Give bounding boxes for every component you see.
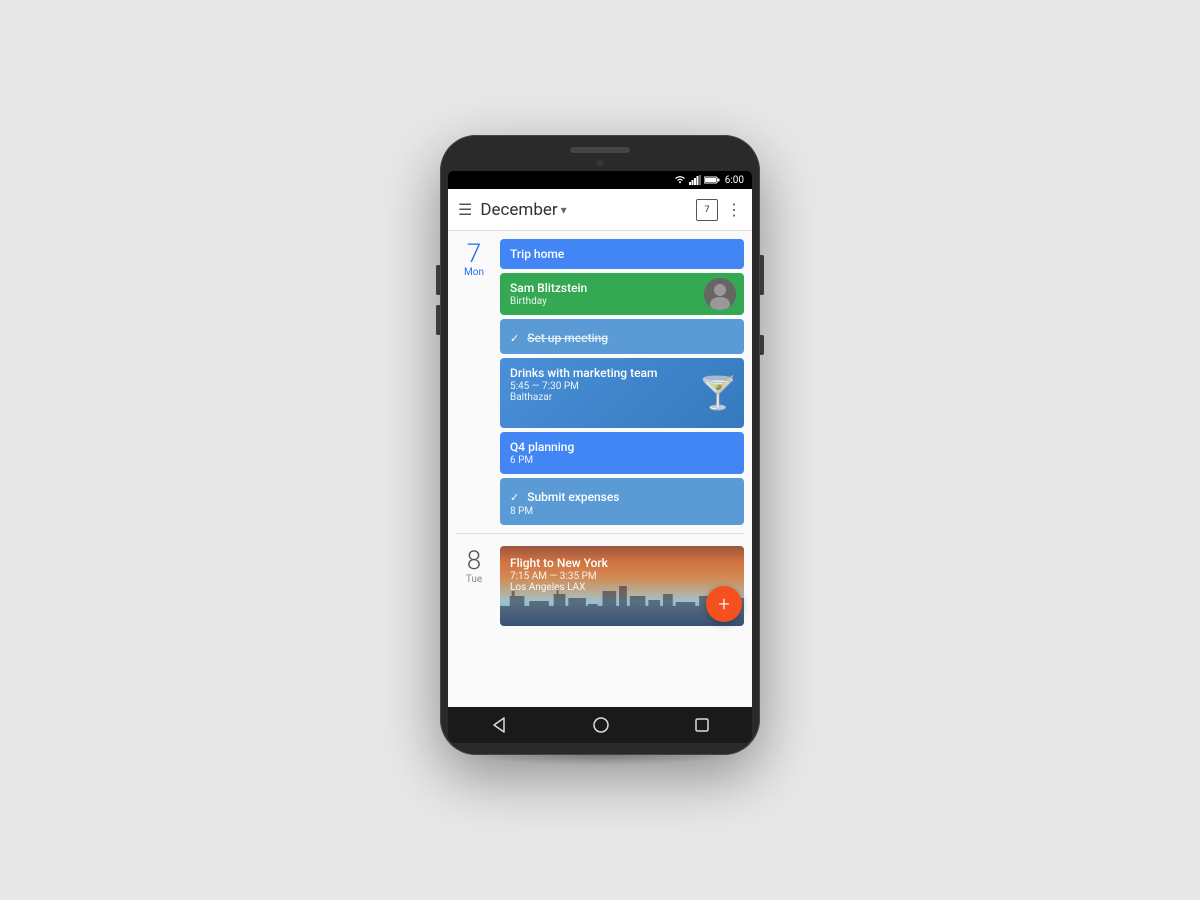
flight-info: Flight to New York 7:15 AM — 3:35 PM Los… [510, 556, 734, 593]
day-section-7: 7 Mon Trip home Sam Blitzstein Birthday [448, 231, 752, 529]
signal-icon [689, 175, 701, 185]
home-icon [593, 717, 609, 733]
back-icon [490, 716, 508, 734]
event-avatar [704, 278, 736, 310]
calendar-body: 7 Mon Trip home Sam Blitzstein Birthday [448, 231, 752, 707]
phone-device: 6:00 ☰ December ▾ 7 ⋮ [440, 135, 760, 755]
day-number-8: 8 [456, 548, 492, 574]
event-flight-time: 7:15 AM — 3:35 PM [510, 571, 734, 582]
phone-screen: 6:00 ☰ December ▾ 7 ⋮ [448, 171, 752, 743]
back-button[interactable] [490, 716, 508, 734]
day-name-8: Tue [456, 574, 492, 585]
event-birthday[interactable]: Sam Blitzstein Birthday [500, 273, 744, 315]
fab-add-button[interactable]: + [706, 586, 742, 622]
task-icon-expenses: ✓ [510, 491, 519, 504]
header-title-container: December ▾ [480, 200, 688, 220]
bottom-spacer [448, 630, 752, 646]
today-number: 7 [704, 205, 709, 215]
event-setup-meeting[interactable]: ✓ Set up meeting [500, 319, 744, 354]
event-flight-location: Los Angeles LAX [510, 582, 734, 593]
event-q4[interactable]: Q4 planning 6 PM [500, 432, 744, 474]
header-actions: 7 ⋮ [696, 199, 742, 221]
day-divider [456, 533, 744, 534]
phone-camera [596, 159, 604, 167]
phone-speaker [570, 147, 630, 153]
event-expenses-time: 8 PM [510, 506, 734, 517]
event-flight[interactable]: Flight to New York 7:15 AM — 3:35 PM Los… [500, 546, 744, 626]
status-bar: 6:00 [448, 171, 752, 189]
cocktail-icon: 🍸 [698, 374, 738, 412]
day-name-7: Mon [456, 267, 492, 278]
event-flight-title: Flight to New York [510, 556, 734, 570]
fab-plus-icon: + [718, 592, 729, 616]
day-label-7: 7 Mon [456, 239, 492, 525]
month-title: December [480, 200, 557, 220]
avatar-image [704, 278, 736, 310]
event-q4-time: 6 PM [510, 455, 734, 466]
event-q4-title: Q4 planning [510, 440, 734, 454]
event-birthday-title: Sam Blitzstein [510, 281, 696, 295]
day-events-8: Flight to New York 7:15 AM — 3:35 PM Los… [500, 546, 744, 626]
volume-button [760, 255, 764, 295]
event-trip-home[interactable]: Trip home [500, 239, 744, 269]
event-birthday-subtitle: Birthday [510, 296, 696, 307]
today-button[interactable]: 7 [696, 199, 718, 221]
wifi-icon [674, 175, 686, 185]
navigation-bar [448, 707, 752, 743]
battery-icon [704, 175, 720, 185]
event-expenses-title: Submit expenses [527, 490, 619, 504]
task-icon-meeting: ✓ [510, 332, 519, 345]
recents-button[interactable] [694, 717, 710, 733]
home-button[interactable] [593, 717, 609, 733]
more-options-icon[interactable]: ⋮ [726, 200, 742, 219]
day-events-7: Trip home Sam Blitzstein Birthday [500, 239, 744, 525]
menu-icon[interactable]: ☰ [458, 200, 472, 219]
event-expenses[interactable]: ✓ Submit expenses 8 PM [500, 478, 744, 525]
volume-up-button [436, 265, 440, 295]
event-setup-meeting-title: Set up meeting [527, 331, 608, 345]
recents-icon [694, 717, 710, 733]
day-section-8: 8 Tue [448, 538, 752, 630]
dropdown-arrow[interactable]: ▾ [561, 203, 567, 217]
event-trip-home-title: Trip home [510, 247, 734, 261]
status-time: 6:00 [725, 175, 744, 186]
power-button [760, 335, 764, 355]
day-number-7: 7 [456, 241, 492, 267]
event-drinks[interactable]: Drinks with marketing team 5:45 — 7:30 P… [500, 358, 744, 428]
day-label-8: 8 Tue [456, 546, 492, 626]
volume-down-button [436, 305, 440, 335]
app-header: ☰ December ▾ 7 ⋮ [448, 189, 752, 231]
status-icons: 6:00 [674, 175, 744, 186]
